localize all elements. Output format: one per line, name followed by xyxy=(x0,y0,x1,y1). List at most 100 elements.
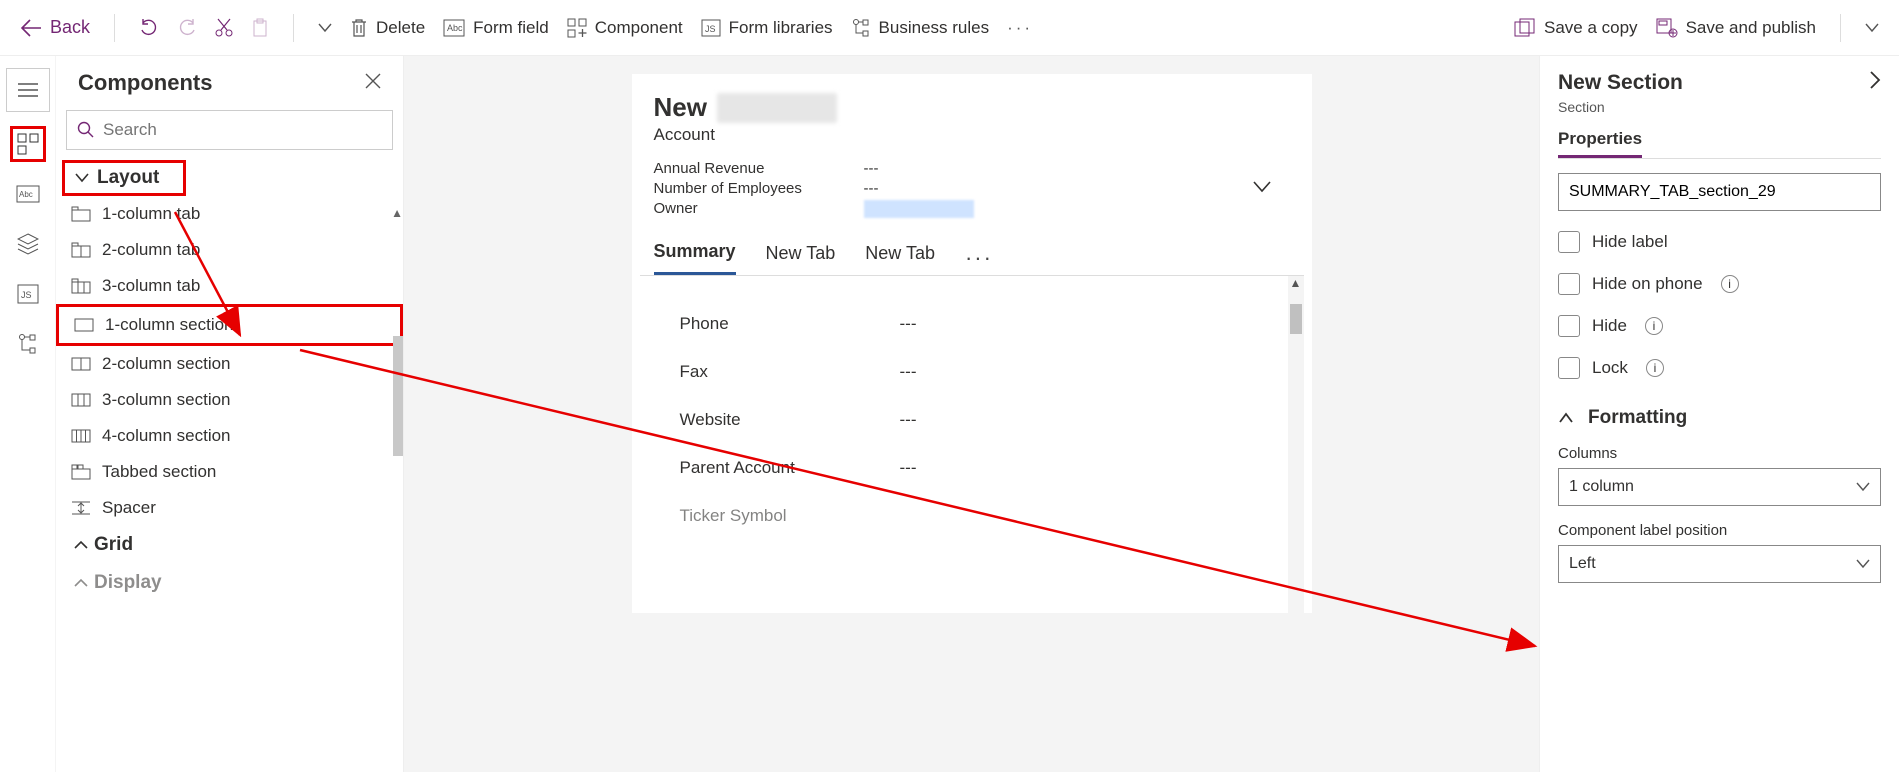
group-display-header[interactable]: Display xyxy=(56,564,403,602)
field-label: Fax xyxy=(680,362,900,382)
scroll-up-arrow[interactable]: ▲ xyxy=(1288,276,1304,290)
group-layout-label: Layout xyxy=(97,167,159,189)
form-libraries-button[interactable]: JS Form libraries xyxy=(701,18,833,38)
layout-item-3col-section[interactable]: 3-column section xyxy=(56,382,403,418)
rail-layers-button[interactable] xyxy=(10,226,46,262)
rail-hamburger-button[interactable] xyxy=(6,68,50,112)
checkbox[interactable] xyxy=(1558,273,1580,295)
formatting-group-header[interactable]: Formatting xyxy=(1558,407,1881,429)
search-icon xyxy=(77,121,95,139)
components-title: Components xyxy=(78,70,212,96)
field-row[interactable]: Parent Account --- xyxy=(680,444,1284,492)
label-position-select[interactable]: Left xyxy=(1558,545,1881,583)
field-row[interactable]: Website --- xyxy=(680,396,1284,444)
header-expand-button[interactable] xyxy=(1252,179,1290,199)
rail-rules-button[interactable] xyxy=(10,326,46,362)
check-label: Lock xyxy=(1592,358,1628,378)
layout-item-3col-tab[interactable]: 3-column tab xyxy=(56,268,403,304)
rail-components-button[interactable] xyxy=(10,126,46,162)
save-publish-button[interactable]: Save and publish xyxy=(1656,18,1816,38)
toolbar-overflow-button[interactable]: ··· xyxy=(1007,18,1033,38)
layers-rail-icon xyxy=(17,233,39,255)
header-field-owner-value xyxy=(864,200,974,218)
tabs-overflow-button[interactable]: ··· xyxy=(965,245,993,271)
flow-rail-icon xyxy=(18,333,38,355)
save-publish-dropdown[interactable] xyxy=(1865,23,1879,33)
component-icon xyxy=(567,18,587,38)
rail-js-button[interactable]: JS xyxy=(10,276,46,312)
group-layout-header[interactable]: Layout xyxy=(62,160,186,196)
properties-expand-button[interactable] xyxy=(1869,70,1881,95)
back-button[interactable]: Back xyxy=(20,17,90,38)
properties-panel: New Section Section Properties Hide labe… xyxy=(1539,56,1899,772)
section-scrollbar[interactable]: ▲ xyxy=(1288,276,1304,613)
label-position-value: Left xyxy=(1569,555,1596,573)
tab-new-2[interactable]: New Tab xyxy=(865,243,935,274)
group-grid-header[interactable]: Grid xyxy=(56,526,403,564)
delete-label: Delete xyxy=(376,18,425,38)
check-hide-label[interactable]: Hide label xyxy=(1558,231,1881,253)
scrollbar-thumb[interactable] xyxy=(1290,304,1302,334)
layout-item-spacer[interactable]: Spacer xyxy=(56,490,403,526)
components-scrollbar[interactable] xyxy=(391,216,403,516)
tab-1col-icon xyxy=(70,205,92,223)
redo-button[interactable] xyxy=(177,18,197,38)
field-label: Parent Account xyxy=(680,458,900,478)
tab-new-1[interactable]: New Tab xyxy=(766,243,836,274)
spacer-icon xyxy=(70,499,92,517)
scroll-up-arrow[interactable]: ▲ xyxy=(391,206,403,220)
checkbox[interactable] xyxy=(1558,231,1580,253)
save-copy-button[interactable]: Save a copy xyxy=(1514,18,1638,38)
layout-item-2col-section[interactable]: 2-column section xyxy=(56,346,403,382)
header-field-value: --- xyxy=(864,160,879,177)
scrollbar-thumb[interactable] xyxy=(393,336,403,456)
layout-item-tabbed-section[interactable]: Tabbed section xyxy=(56,454,403,490)
info-icon[interactable]: i xyxy=(1645,317,1663,335)
tab-3col-icon xyxy=(70,277,92,295)
form-card[interactable]: New Account Annual Revenue --- Number of… xyxy=(632,74,1312,613)
header-field-row[interactable]: Owner xyxy=(654,200,1252,218)
form-field-button[interactable]: Abc Form field xyxy=(443,18,549,38)
field-row[interactable]: Fax --- xyxy=(680,348,1284,396)
check-lock[interactable]: Lock i xyxy=(1558,357,1881,379)
layout-item-1col-tab[interactable]: 1-column tab xyxy=(56,196,403,232)
component-button[interactable]: Component xyxy=(567,18,683,38)
undo-icon xyxy=(139,18,159,38)
field-row[interactable]: Phone --- xyxy=(680,300,1284,348)
tab-summary[interactable]: Summary xyxy=(654,241,736,275)
header-field-row[interactable]: Annual Revenue --- xyxy=(654,160,1252,177)
svg-text:Abc: Abc xyxy=(447,23,463,33)
check-hide[interactable]: Hide i xyxy=(1558,315,1881,337)
rail-formfield-button[interactable]: Abc xyxy=(10,176,46,212)
search-input[interactable] xyxy=(103,120,382,140)
info-icon[interactable]: i xyxy=(1721,275,1739,293)
form-field-icon: Abc xyxy=(443,19,465,37)
header-field-row[interactable]: Number of Employees --- xyxy=(654,180,1252,197)
paste-button[interactable] xyxy=(251,18,269,38)
components-search[interactable] xyxy=(66,110,393,150)
checkbox[interactable] xyxy=(1558,357,1580,379)
business-rules-label: Business rules xyxy=(879,18,990,38)
business-rules-button[interactable]: Business rules xyxy=(851,18,990,38)
layout-item-label: 3-column tab xyxy=(102,276,200,296)
section-1col-icon xyxy=(73,316,95,334)
info-icon[interactable]: i xyxy=(1646,359,1664,377)
properties-tab[interactable]: Properties xyxy=(1558,129,1642,158)
field-row[interactable]: Ticker Symbol xyxy=(680,492,1284,540)
section-name-input[interactable] xyxy=(1558,173,1881,211)
checkbox[interactable] xyxy=(1558,315,1580,337)
layout-item-1col-section[interactable]: 1-column section xyxy=(56,304,403,346)
paste-dropdown[interactable] xyxy=(318,23,332,33)
delete-button[interactable]: Delete xyxy=(350,18,425,38)
undo-button[interactable] xyxy=(139,18,159,38)
columns-select[interactable]: 1 column xyxy=(1558,468,1881,506)
cut-button[interactable] xyxy=(215,18,233,38)
check-hide-phone[interactable]: Hide on phone i xyxy=(1558,273,1881,295)
columns-value: 1 column xyxy=(1569,478,1634,496)
layout-item-4col-section[interactable]: 4-column section xyxy=(56,418,403,454)
components-close-button[interactable] xyxy=(365,72,381,95)
columns-label: Columns xyxy=(1558,445,1881,462)
layout-item-label: 2-column section xyxy=(102,354,231,374)
section-body[interactable]: Phone --- Fax --- Website --- Parent Acc… xyxy=(640,275,1304,613)
layout-item-2col-tab[interactable]: 2-column tab xyxy=(56,232,403,268)
